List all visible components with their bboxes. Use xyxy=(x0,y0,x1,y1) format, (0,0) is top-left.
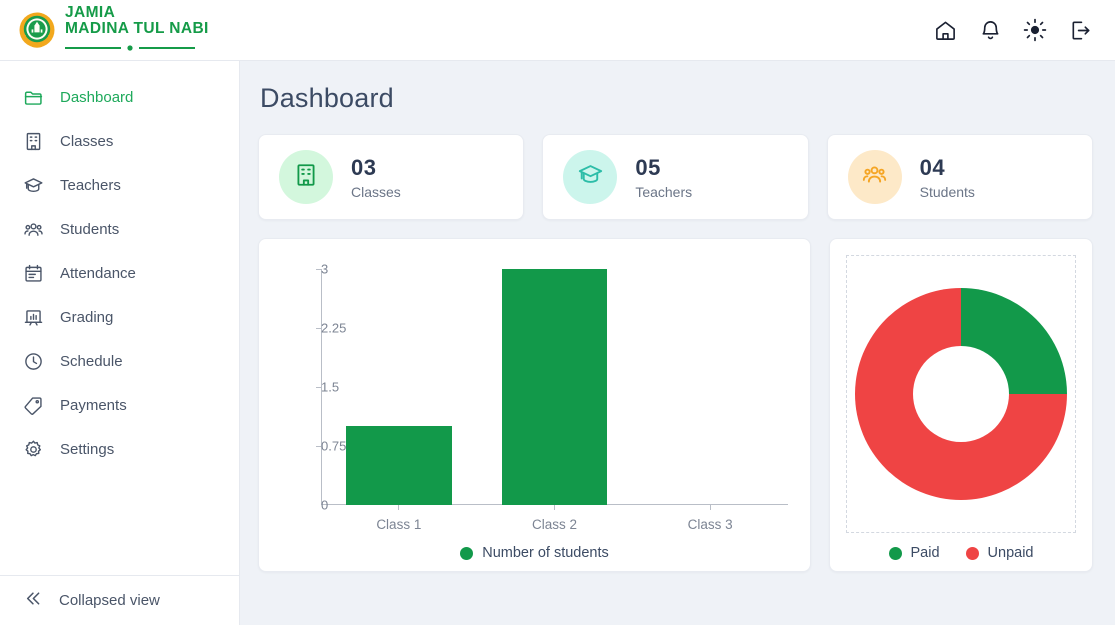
bar-series: Class 1 Class 2 Class 3 xyxy=(321,269,788,532)
legend-item[interactable]: Unpaid xyxy=(965,545,1034,561)
bar-chart: Class 1 Class 2 Class 3 0 0.75 1.5 2.25 3 xyxy=(273,255,796,539)
sidebar-item-payments[interactable]: Payments xyxy=(0,383,239,427)
legend-item[interactable]: Paid xyxy=(888,545,940,561)
legend-dot xyxy=(965,546,979,560)
bar[interactable] xyxy=(345,426,452,505)
legend-dot xyxy=(460,546,474,560)
sidebar-collapse-label: Collapsed view xyxy=(59,592,160,609)
calendar-icon xyxy=(22,262,44,284)
stat-label: Teachers xyxy=(635,183,693,200)
x-tick-label: Class 2 xyxy=(531,517,577,532)
folder-icon xyxy=(22,86,44,108)
sidebar-nav: Dashboard Classes Teachers Students Atte… xyxy=(0,75,239,575)
sidebar-item-label: Grading xyxy=(60,308,114,326)
sidebar-item-grading[interactable]: Grading xyxy=(0,295,239,339)
sidebar-item-attendance[interactable]: Attendance xyxy=(0,251,239,295)
stat-icon-badge xyxy=(847,150,902,204)
x-tick-mark xyxy=(398,505,400,510)
stat-cards: 03 Classes 05 Teachers 04 Students xyxy=(258,134,1093,220)
chevrons-left-icon xyxy=(22,588,43,613)
sidebar-item-label: Attendance xyxy=(60,264,136,282)
main-content: Dashboard 03 Classes 05 Teachers 04 Stud… xyxy=(240,61,1115,625)
brand-logo[interactable]: JAMIA MADINA TUL NABI xyxy=(18,5,209,55)
x-tick-mark xyxy=(709,505,711,510)
building-icon xyxy=(293,162,319,193)
students-per-class-chart-panel: Class 1 Class 2 Class 3 0 0.75 1.5 2.25 3 Numb… xyxy=(258,238,811,572)
sidebar-item-label: Payments xyxy=(60,396,127,414)
users-icon xyxy=(861,161,888,193)
building-icon xyxy=(22,130,44,152)
brand-name-line1: JAMIA xyxy=(65,4,116,22)
brand-name-line2: MADINA TUL NABI xyxy=(65,19,209,37)
header-actions xyxy=(932,17,1093,43)
app-body: Dashboard Classes Teachers Students Atte… xyxy=(0,61,1115,625)
bar-slot[interactable]: Class 1 xyxy=(321,269,477,532)
stat-icon-badge xyxy=(279,150,333,204)
donut-chart-legend: Paid Unpaid xyxy=(846,539,1076,561)
bell-icon[interactable] xyxy=(977,17,1003,43)
legend-dot xyxy=(888,546,902,560)
sun-icon[interactable] xyxy=(1022,17,1048,43)
sidebar-item-classes[interactable]: Classes xyxy=(0,119,239,163)
chart-bar-icon xyxy=(22,306,44,328)
sidebar-item-students[interactable]: Students xyxy=(0,207,239,251)
stat-value: 03 xyxy=(351,154,377,180)
y-tick-mark xyxy=(316,269,321,270)
stat-value: 05 xyxy=(635,154,661,180)
bar-chart-legend: Number of students xyxy=(273,539,796,561)
app-header: JAMIA MADINA TUL NABI xyxy=(0,0,1115,61)
stat-value: 04 xyxy=(919,154,946,180)
y-tick-mark xyxy=(316,328,321,329)
bar-chart-plot-area: Class 1 Class 2 Class 3 xyxy=(321,269,788,532)
stat-icon-badge xyxy=(563,150,618,204)
charts-row: Class 1 Class 2 Class 3 0 0.75 1.5 2.25 3 Numb… xyxy=(258,238,1093,572)
legend-label: Unpaid xyxy=(987,545,1034,561)
legend-label: Paid xyxy=(910,545,940,561)
legend-label: Number of students xyxy=(482,545,609,561)
sidebar-item-label: Settings xyxy=(60,440,115,458)
legend-item[interactable]: Number of students xyxy=(460,545,609,561)
mosque-emblem-icon xyxy=(18,11,56,49)
graduation-cap-icon xyxy=(577,161,604,193)
sidebar: Dashboard Classes Teachers Students Atte… xyxy=(0,61,240,625)
app-root: JAMIA MADINA TUL NABI Dashboard Classes … xyxy=(0,0,1115,625)
sidebar-item-settings[interactable]: Settings xyxy=(0,427,239,471)
payments-donut-panel: Paid Unpaid xyxy=(829,238,1093,572)
sidebar-item-schedule[interactable]: Schedule xyxy=(0,339,239,383)
donut-hole xyxy=(913,346,1009,442)
sidebar-item-label: Dashboard xyxy=(60,88,134,106)
x-tick-label: Class 3 xyxy=(687,517,733,532)
stat-card-students[interactable]: 04 Students xyxy=(826,134,1093,220)
clock-icon xyxy=(22,350,44,372)
page-title: Dashboard xyxy=(260,83,394,113)
y-tick-mark xyxy=(316,387,321,388)
donut-chart-frame xyxy=(846,255,1076,533)
logout-icon[interactable] xyxy=(1067,17,1093,43)
users-icon xyxy=(22,218,44,240)
x-tick-label: Class 1 xyxy=(376,517,422,532)
sidebar-collapse-toggle[interactable]: Collapsed view xyxy=(0,575,239,625)
brand-underline xyxy=(65,39,209,55)
bar[interactable] xyxy=(501,269,608,505)
stat-card-teachers[interactable]: 05 Teachers xyxy=(542,134,809,220)
tag-icon xyxy=(22,394,44,416)
gear-icon xyxy=(22,438,44,460)
sidebar-item-label: Classes xyxy=(60,132,114,150)
stat-label: Students xyxy=(919,183,975,200)
y-tick-mark xyxy=(316,446,321,447)
graduation-cap-icon xyxy=(22,174,44,196)
bar-slot[interactable]: Class 2 xyxy=(477,269,633,532)
x-tick-mark xyxy=(554,505,555,510)
bar-slot[interactable]: Class 3 xyxy=(632,269,788,532)
stat-card-classes[interactable]: 03 Classes xyxy=(258,134,525,220)
sidebar-item-teachers[interactable]: Teachers xyxy=(0,163,239,207)
sidebar-item-label: Schedule xyxy=(60,352,123,370)
stat-label: Classes xyxy=(351,183,401,200)
sidebar-item-label: Students xyxy=(60,220,120,238)
sidebar-item-dashboard[interactable]: Dashboard xyxy=(0,75,239,119)
home-icon[interactable] xyxy=(932,17,958,43)
donut-chart xyxy=(855,288,1067,500)
sidebar-item-label: Teachers xyxy=(60,176,121,194)
